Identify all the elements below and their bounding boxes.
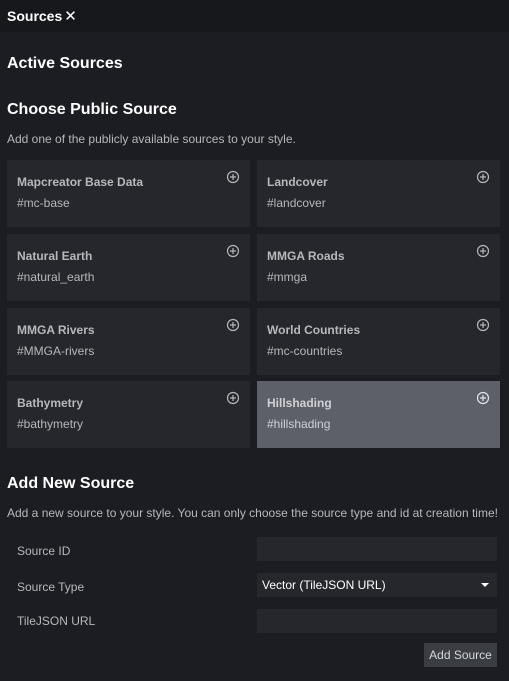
source-card-id: #mc-base bbox=[17, 196, 70, 210]
source-card-title: Landcover bbox=[267, 175, 328, 189]
add-circle-icon[interactable] bbox=[476, 318, 490, 332]
source-card-id: #natural_earth bbox=[17, 270, 95, 284]
source-card-mc-base[interactable]: Mapcreator Base Data #mc-base bbox=[7, 160, 250, 227]
new-source-heading: Add New Source bbox=[7, 475, 135, 492]
source-type-value: Vector (TileJSON URL) bbox=[262, 578, 386, 592]
add-circle-icon[interactable] bbox=[476, 391, 490, 405]
source-type-label: Source Type bbox=[17, 580, 85, 594]
close-icon[interactable]: ✕ bbox=[64, 9, 77, 24]
source-card-id: #mmga bbox=[267, 270, 308, 284]
source-card-title: Bathymetry bbox=[17, 396, 84, 410]
source-id-input[interactable] bbox=[257, 537, 497, 561]
add-circle-icon[interactable] bbox=[226, 391, 240, 405]
source-card-mmga-rivers[interactable]: MMGA Rivers #MMGA-rivers bbox=[7, 308, 250, 375]
source-card-landcover[interactable]: Landcover #landcover bbox=[257, 160, 500, 227]
new-source-description: Add a new source to your style. You can … bbox=[7, 506, 498, 520]
source-card-title: Natural Earth bbox=[17, 249, 93, 263]
source-card-id: #hillshading bbox=[267, 417, 331, 431]
source-card-id: #landcover bbox=[267, 196, 326, 210]
add-source-button[interactable]: Add Source bbox=[424, 643, 497, 667]
source-card-title: MMGA Rivers bbox=[17, 323, 95, 337]
source-card-id: #mc-countries bbox=[267, 344, 343, 358]
public-source-description: Add one of the publicly available source… bbox=[7, 132, 296, 146]
source-type-select[interactable]: Vector (TileJSON URL) bbox=[257, 573, 497, 597]
source-card-title: MMGA Roads bbox=[267, 249, 345, 263]
title-bar: Sources ✕ bbox=[0, 0, 509, 32]
source-card-world-countries[interactable]: World Countries #mc-countries bbox=[257, 308, 500, 375]
add-circle-icon[interactable] bbox=[226, 244, 240, 258]
add-circle-icon[interactable] bbox=[226, 170, 240, 184]
tab-label: Sources bbox=[7, 8, 63, 24]
source-card-id: #MMGA-rivers bbox=[17, 344, 95, 358]
source-card-title: World Countries bbox=[267, 323, 361, 337]
source-card-title: Hillshading bbox=[267, 396, 332, 410]
source-id-label: Source ID bbox=[17, 544, 71, 558]
source-card-hillshading[interactable]: Hillshading #hillshading bbox=[257, 381, 500, 448]
source-card-title: Mapcreator Base Data bbox=[17, 175, 144, 189]
add-circle-icon[interactable] bbox=[226, 318, 240, 332]
tab-sources[interactable]: Sources ✕ bbox=[0, 0, 77, 32]
chevron-down-icon bbox=[481, 583, 489, 587]
source-card-mmga-roads[interactable]: MMGA Roads #mmga bbox=[257, 234, 500, 301]
source-card-natural-earth[interactable]: Natural Earth #natural_earth bbox=[7, 234, 250, 301]
add-circle-icon[interactable] bbox=[476, 244, 490, 258]
source-card-bathymetry[interactable]: Bathymetry #bathymetry bbox=[7, 381, 250, 448]
add-circle-icon[interactable] bbox=[476, 170, 490, 184]
source-card-id: #bathymetry bbox=[17, 417, 84, 431]
tilejson-url-input[interactable] bbox=[257, 609, 497, 633]
tilejson-url-label: TileJSON URL bbox=[17, 614, 96, 628]
active-sources-heading: Active Sources bbox=[7, 55, 123, 72]
public-source-heading: Choose Public Source bbox=[7, 101, 177, 118]
